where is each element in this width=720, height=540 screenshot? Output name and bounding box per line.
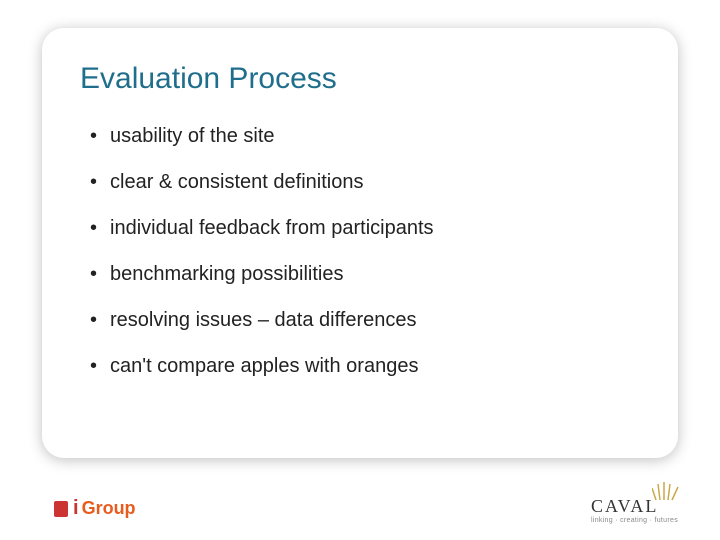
list-item: individual feedback from participants — [80, 216, 640, 240]
igroup-logo: iGroup — [54, 497, 136, 520]
list-item: resolving issues – data differences — [80, 308, 640, 332]
bullet-list: usability of the site clear & consistent… — [80, 124, 640, 378]
list-item: clear & consistent definitions — [80, 170, 640, 194]
caval-tagline: linking · creating · futures — [591, 517, 678, 524]
list-item: usability of the site — [80, 124, 640, 148]
content-card: Evaluation Process usability of the site… — [42, 28, 678, 458]
slide-title: Evaluation Process — [80, 62, 640, 96]
logo-text: Group — [82, 498, 136, 519]
list-item: benchmarking possibilities — [80, 262, 640, 286]
logo-mark-icon — [54, 501, 68, 517]
logo-i: i — [73, 497, 79, 520]
slide: Evaluation Process usability of the site… — [0, 0, 720, 540]
burst-icon — [652, 482, 680, 502]
caval-logo: CAVAL linking · creating · futures — [591, 496, 678, 524]
list-item: can't compare apples with oranges — [80, 354, 640, 378]
